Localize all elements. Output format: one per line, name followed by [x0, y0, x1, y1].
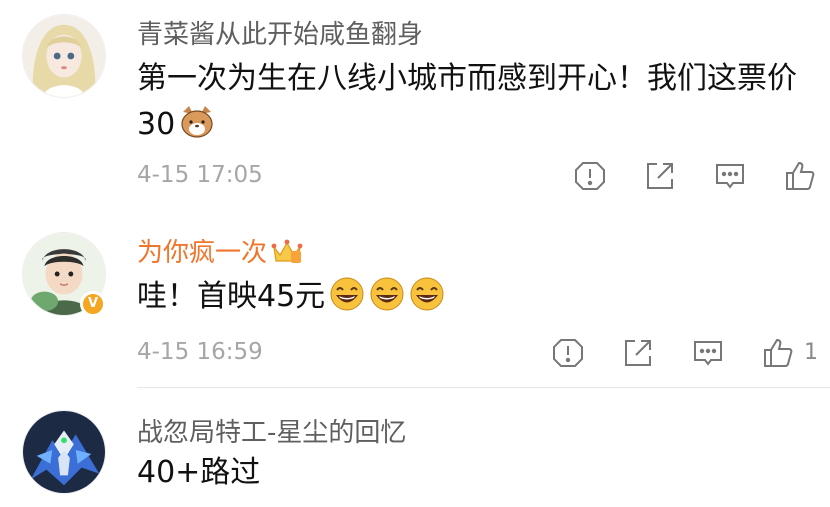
reply-icon[interactable]	[691, 336, 725, 370]
comment-text-content: 哇！首映45元	[137, 279, 326, 314]
avatar[interactable]	[22, 14, 106, 98]
timestamp: 4-15 17:05	[137, 162, 263, 188]
comment-text: 40+路过	[137, 455, 261, 490]
timestamp: 4-15 16:59	[137, 339, 263, 365]
report-icon[interactable]	[551, 336, 585, 370]
username-text: 为你疯一次	[137, 238, 268, 268]
grinning-face-emoji	[409, 276, 445, 312]
grinning-face-emoji	[369, 276, 405, 312]
share-icon[interactable]	[643, 159, 677, 193]
like-icon[interactable]	[783, 159, 817, 193]
avatar[interactable]	[22, 410, 106, 494]
report-icon[interactable]	[573, 159, 607, 193]
crown-icon	[271, 237, 303, 265]
username[interactable]: 战忽局特工-星尘的回忆	[137, 412, 406, 449]
username[interactable]: 为你疯一次	[137, 232, 303, 269]
reply-icon[interactable]	[713, 159, 747, 193]
divider	[137, 387, 830, 388]
comment-text: 第一次为生在八线小城市而感到开心！我们这票价30	[137, 56, 817, 148]
share-icon[interactable]	[621, 336, 655, 370]
comment-text: 哇！首映45元	[137, 274, 817, 320]
comment-text-content: 第一次为生在八线小城市而感到开心！我们这票价30	[137, 61, 797, 142]
username[interactable]: 青菜酱从此开始咸鱼翻身	[137, 14, 423, 51]
like-icon[interactable]	[761, 336, 795, 370]
verified-badge: V	[80, 291, 106, 317]
cat-face-emoji	[179, 104, 215, 140]
grinning-face-emoji	[329, 276, 365, 312]
like-count: 1	[804, 340, 818, 365]
